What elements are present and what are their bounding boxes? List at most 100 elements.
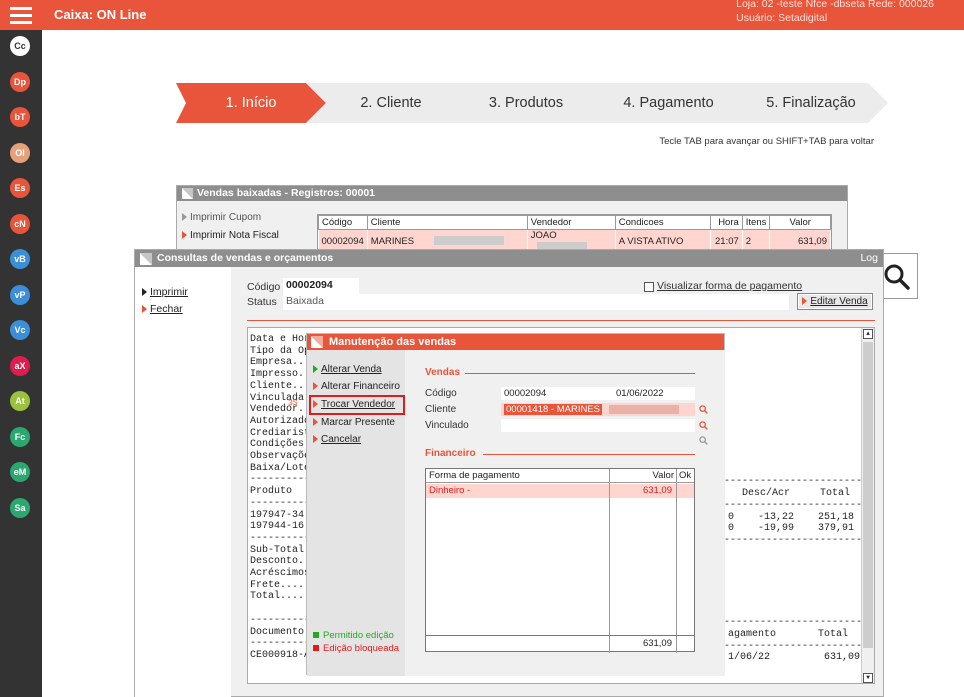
col-valor[interactable]: Valor xyxy=(626,469,674,483)
left-sidebar: Cc Dp bT OI Es cN vB vP Vc aX At Fc eM Sa xyxy=(0,30,42,697)
sidebar-item-cn[interactable]: cN xyxy=(10,213,30,234)
col-vendedor[interactable]: Vendedor xyxy=(526,215,616,230)
arrow-icon xyxy=(802,297,808,306)
col-hora[interactable]: Hora xyxy=(709,215,743,230)
sidebar-item-fc[interactable]: Fc xyxy=(10,426,30,447)
cell-valor: 631,09 xyxy=(642,485,672,496)
codigo-field[interactable]: 00002094 xyxy=(283,278,359,294)
sidebar-item-vp[interactable]: vP xyxy=(10,284,30,305)
log-link[interactable]: Log xyxy=(860,250,878,267)
blurred-text xyxy=(434,236,505,246)
search-icon[interactable] xyxy=(699,405,708,414)
legend-bloqueada: Edição bloqueada xyxy=(313,643,399,654)
col-forma-pagamento[interactable]: Forma de pagamento xyxy=(429,469,520,483)
editar-venda-button[interactable]: Editar Venda xyxy=(797,293,873,310)
vendas-baixadas-window: Vendas baixadas - Registros: 00001 Impri… xyxy=(176,185,848,255)
marcar-presente-link[interactable]: Marcar Presente xyxy=(313,417,395,428)
visualizar-checkbox[interactable] xyxy=(644,282,654,292)
report-line: ---------- xyxy=(250,614,311,626)
grid-footer: 631,09 xyxy=(426,635,694,651)
report-line: Produto xyxy=(250,486,293,498)
status-field: Baixada xyxy=(283,294,789,310)
report-line: Documento xyxy=(250,626,305,638)
report-line: Autorizado xyxy=(250,415,311,427)
grid-header: Forma de pagamento Valor Ok xyxy=(426,469,694,483)
sidebar-item-at[interactable]: At xyxy=(10,391,30,411)
cliente-field[interactable]: 00001418 - MARINES xyxy=(501,403,695,416)
sidebar-item-ax[interactable]: aX xyxy=(10,355,30,376)
step-cliente[interactable]: 2. Cliente xyxy=(326,83,456,123)
report-line: Crediarist xyxy=(250,427,311,439)
sidebar-item-cc[interactable]: Cc xyxy=(10,36,30,56)
session-info: Loja: 02 -teste Nfce -dbseta Rede: 00002… xyxy=(736,0,934,25)
report-line: Impresso.. xyxy=(250,369,311,381)
codigo-label: Código xyxy=(425,388,457,399)
legend-permitido: Permitido edição xyxy=(313,630,394,641)
search-icon[interactable] xyxy=(699,436,708,445)
table-row[interactable]: Dinheiro - 631,09 xyxy=(426,484,694,498)
vinculado-field[interactable] xyxy=(501,419,695,432)
report-scrollbar[interactable]: ▲ ▼ xyxy=(861,328,874,683)
vendas-baixadas-grid: Código Cliente Vendedor Condicoes Hora I… xyxy=(317,214,832,253)
green-square-icon xyxy=(313,632,319,639)
blurred-text xyxy=(608,404,679,414)
col-valor[interactable]: Valor xyxy=(769,215,831,230)
scroll-up-icon[interactable]: ▲ xyxy=(863,329,873,339)
arrow-icon xyxy=(142,288,147,297)
col-condicoes[interactable]: Condicoes xyxy=(614,215,711,230)
step-pagamento[interactable]: 4. Pagamento xyxy=(596,83,741,123)
arrow-icon xyxy=(182,213,187,222)
visualizar-label[interactable]: Visualizar forma de pagamento xyxy=(657,280,802,292)
report-line: ---------- xyxy=(250,638,311,650)
sidebar-item-sa[interactable]: Sa xyxy=(10,497,30,518)
window-logo-icon xyxy=(311,336,323,348)
col-codigo[interactable]: Código xyxy=(318,215,368,230)
grid-divider xyxy=(676,469,677,653)
col-cliente[interactable]: Cliente xyxy=(366,215,528,230)
search-icon[interactable] xyxy=(699,421,708,430)
report-sep: ------------------------------------ xyxy=(718,641,875,652)
search-icon xyxy=(884,264,910,290)
cancelar-link[interactable]: Cancelar xyxy=(313,434,361,445)
report-sep: ------------------------------------ xyxy=(718,535,875,546)
sidebar-item-em[interactable]: eM xyxy=(10,462,30,482)
report-row-2: 0 -19,99 379,91 xyxy=(728,523,855,534)
step-inicio[interactable]: 1. Início xyxy=(186,83,316,123)
step-finalizacao[interactable]: 5. Finalização xyxy=(736,83,886,123)
sidebar-item-dp[interactable]: Dp xyxy=(10,71,30,92)
imprimir-link[interactable]: Imprimir xyxy=(142,286,188,298)
trocar-vendedor-link[interactable]: Trocar Vendedor xyxy=(313,399,395,410)
report-pag-header: agamento Total xyxy=(728,629,849,640)
report-line: ---------- xyxy=(250,532,311,544)
menu-icon[interactable] xyxy=(0,0,42,30)
arrow-icon xyxy=(313,382,318,391)
scroll-thumb[interactable] xyxy=(863,342,873,648)
red-square-icon xyxy=(313,645,319,652)
fechar-link[interactable]: Fechar xyxy=(142,303,183,315)
imprimir-nota-fiscal-link[interactable]: Imprimir Nota Fiscal xyxy=(182,230,279,241)
alterar-financeiro-link[interactable]: Alterar Financeiro xyxy=(313,381,400,392)
col-ok[interactable]: Ok xyxy=(679,469,691,483)
manutencao-form: Vendas Código 00002094 01/06/2022 Cliente… xyxy=(405,350,725,676)
sidebar-item-bt[interactable]: bT xyxy=(10,107,30,127)
report-line: Data e Hor xyxy=(250,334,311,345)
col-itens[interactable]: Itens xyxy=(741,215,771,230)
financeiro-section-title: Financeiro xyxy=(425,448,476,459)
imprimir-cupom-link[interactable]: Imprimir Cupom xyxy=(182,212,261,223)
report-line: Sub-Total. xyxy=(250,544,311,556)
report-sep: ------------------------------------ xyxy=(718,500,875,511)
alterar-venda-link[interactable]: Alterar Venda xyxy=(313,364,382,375)
status-label: Status xyxy=(247,296,277,308)
sidebar-item-vc[interactable]: Vc xyxy=(10,320,30,340)
manutencao-actions: Alterar Venda Alterar Financeiro Trocar … xyxy=(307,350,405,676)
codigo-field[interactable]: 00002094 01/06/2022 xyxy=(501,387,695,400)
report-line: 197944-16 xyxy=(250,521,305,533)
sidebar-item-oi[interactable]: OI xyxy=(10,142,30,163)
sidebar-item-vb[interactable]: vB xyxy=(10,249,30,269)
scroll-down-icon[interactable]: ▼ xyxy=(863,673,873,683)
divider xyxy=(483,454,695,455)
sidebar-item-es[interactable]: Es xyxy=(10,178,30,198)
consultas-actions: Imprimir Fechar xyxy=(135,267,231,697)
search-button-behind[interactable] xyxy=(880,253,918,299)
step-produtos[interactable]: 3. Produtos xyxy=(461,83,591,123)
